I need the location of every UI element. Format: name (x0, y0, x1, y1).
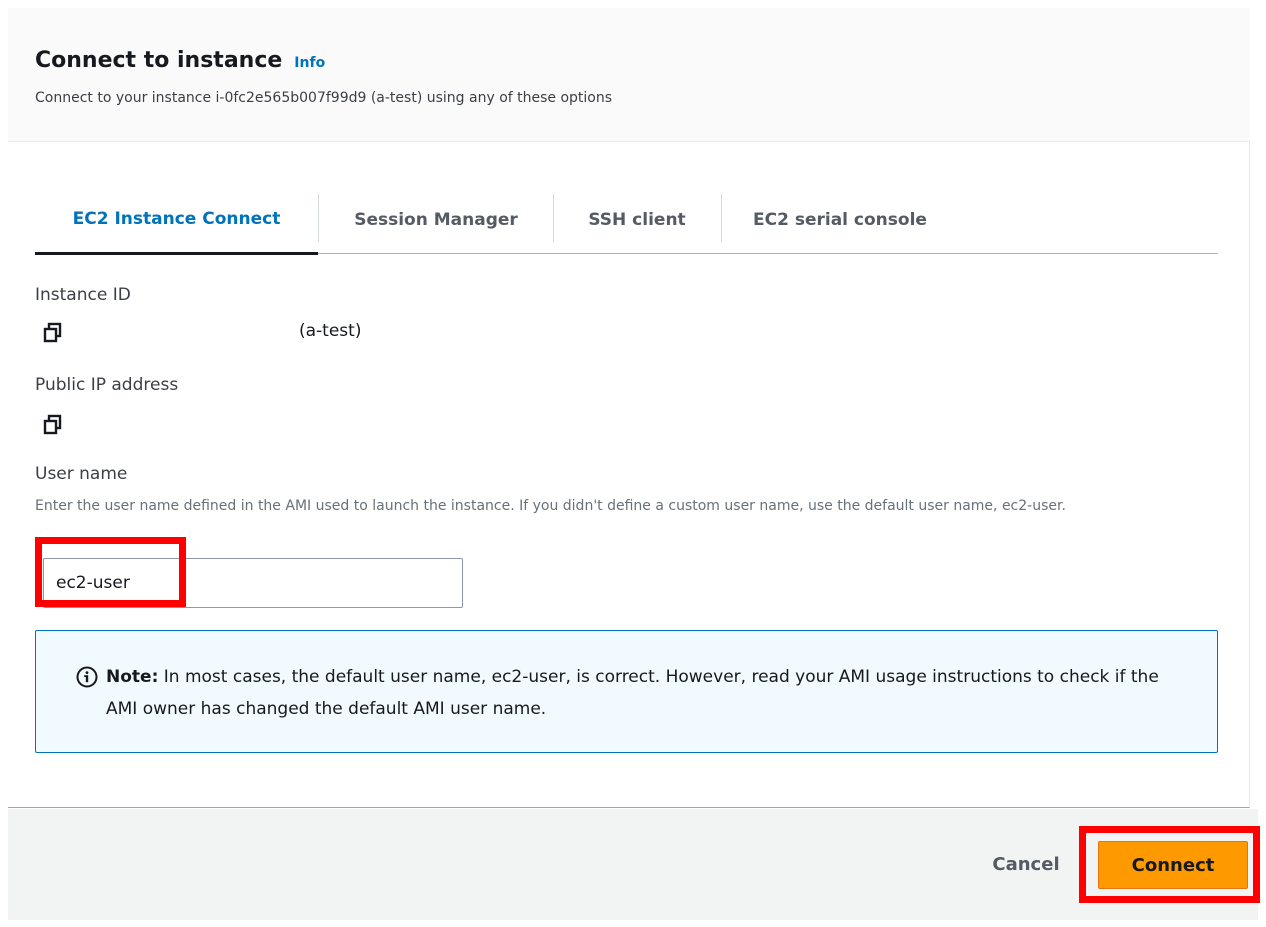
connection-tabs: EC2 Instance Connect Session Manager SSH… (35, 186, 1218, 255)
info-link[interactable]: Info (294, 55, 325, 71)
copy-icon[interactable] (43, 322, 63, 344)
user-name-hint: Enter the user name defined in the AMI u… (35, 498, 1066, 514)
tab-ec2-serial-console[interactable]: EC2 serial console (722, 186, 972, 253)
copy-icon[interactable] (43, 414, 63, 436)
tab-session-manager[interactable]: Session Manager (319, 186, 553, 253)
cancel-button[interactable]: Cancel (971, 839, 1081, 889)
instance-name-value: (a-test) (299, 321, 362, 341)
info-circle-icon (76, 666, 98, 688)
note-body: In most cases, the default user name, ec… (106, 667, 1159, 719)
note-strong: Note: (106, 667, 159, 687)
note-alert: Note: In most cases, the default user na… (35, 630, 1218, 753)
title-row: Connect to instance Info (35, 48, 325, 73)
instance-id-label: Instance ID (35, 285, 131, 305)
connect-button[interactable]: Connect (1098, 841, 1248, 889)
panel-footer: Cancel Connect (8, 809, 1258, 920)
connect-panel: Connect to instance Info Connect to your… (8, 8, 1250, 808)
page-subtitle: Connect to your instance i-0fc2e565b007f… (35, 90, 613, 106)
page-title: Connect to instance (35, 48, 283, 73)
user-name-input[interactable] (43, 558, 463, 608)
user-name-label: User name (35, 464, 128, 484)
panel-header: Connect to instance Info Connect to your… (8, 8, 1250, 142)
note-text: Note: In most cases, the default user na… (106, 661, 1186, 725)
tab-ec2-instance-connect[interactable]: EC2 Instance Connect (35, 186, 318, 255)
public-ip-label: Public IP address (35, 375, 179, 395)
tab-ssh-client[interactable]: SSH client (554, 186, 720, 253)
